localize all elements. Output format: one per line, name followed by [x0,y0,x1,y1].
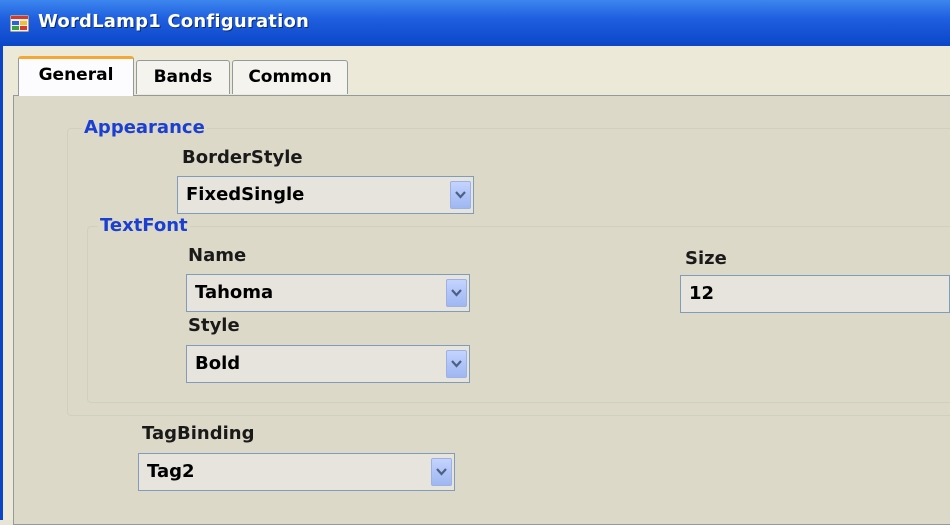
tab-bands[interactable]: Bands [136,60,230,94]
tag-binding-value: Tag2 [147,461,195,482]
window-body: General Bands Common Appearance BorderSt… [0,46,950,525]
tag-binding-label: TagBinding [142,423,255,444]
border-style-value: FixedSingle [186,184,305,205]
tag-binding-dropdown[interactable]: Tag2 [138,453,455,491]
font-style-dropdown[interactable]: Bold [186,345,470,383]
general-tab-panel: Appearance BorderStyle FixedSingle TextF… [13,95,950,525]
font-style-value: Bold [195,353,241,374]
font-size-label: Size [685,248,727,269]
chevron-down-icon [455,191,466,199]
border-style-dropdown[interactable]: FixedSingle [177,176,474,214]
textfont-legend: TextFont [98,215,190,237]
app-window-icon [9,14,30,33]
appearance-legend: Appearance [82,117,207,139]
tab-general[interactable]: General [18,56,134,96]
font-size-value: 12 [689,283,715,304]
chevron-down-icon [436,468,447,476]
font-name-dropdown[interactable]: Tahoma [186,274,470,312]
font-size-input[interactable]: 12 [680,275,950,313]
font-name-dropdown-button[interactable] [446,279,467,307]
font-style-label: Style [188,315,240,336]
tag-binding-dropdown-button[interactable] [431,458,452,486]
border-style-label: BorderStyle [182,147,303,168]
title-bar[interactable]: WordLamp1 Configuration [0,0,950,46]
font-name-label: Name [188,245,247,266]
tab-common[interactable]: Common [232,60,348,94]
window-title: WordLamp1 Configuration [38,11,310,32]
chevron-down-icon [451,289,462,297]
window-left-border [0,46,3,520]
font-style-dropdown-button[interactable] [446,350,467,378]
chevron-down-icon [451,360,462,368]
font-name-value: Tahoma [195,282,274,303]
border-style-dropdown-button[interactable] [450,181,471,209]
